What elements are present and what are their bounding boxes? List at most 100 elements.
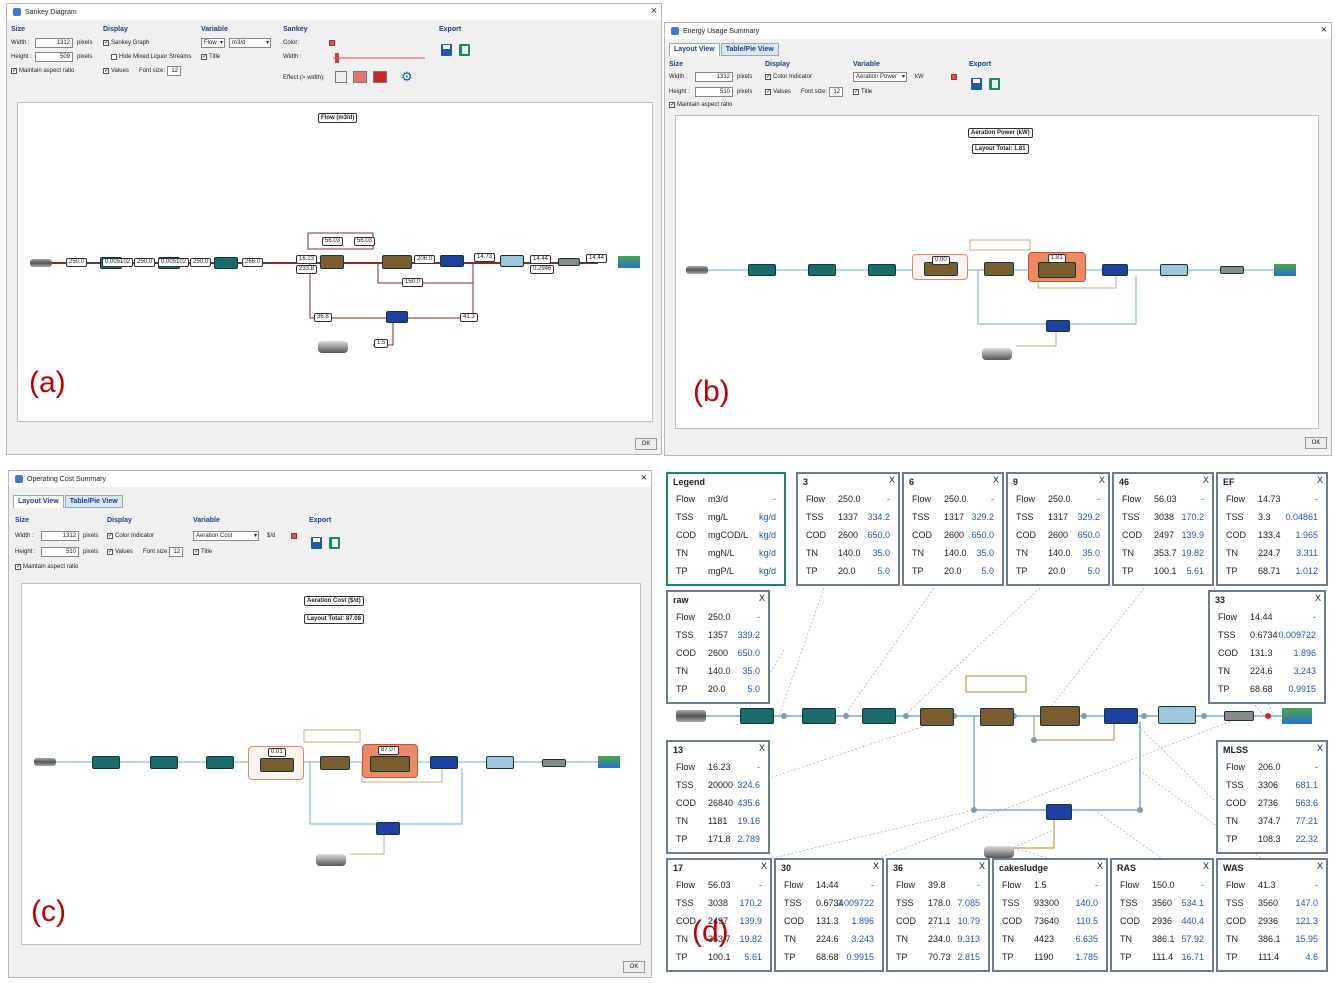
variable-select[interactable]: Aeration Cost [193, 531, 259, 541]
color-swatch[interactable] [951, 74, 957, 80]
save-icon[interactable] [311, 537, 322, 549]
close-icon[interactable]: X [1203, 475, 1209, 485]
close-icon[interactable]: × [651, 5, 657, 17]
values-label: Values [773, 89, 791, 95]
color-swatch[interactable] [329, 40, 335, 46]
close-icon[interactable]: × [1321, 24, 1327, 36]
load-value: kg/d [758, 566, 776, 576]
width-slider[interactable] [333, 57, 425, 59]
stream-card[interactable]: 36 X Flow 39.8 - TSS 178.0 7.085 COD 271.1 10.79 TN… [886, 858, 990, 972]
param-name: TSS [676, 630, 694, 640]
param-name: TSS [1226, 780, 1244, 790]
values-checkbox[interactable]: ✓ [103, 68, 109, 74]
stream-card[interactable]: 46 X Flow 56.03 - TSS 3038 170.2 COD 2497 139.9 TN 3… [1112, 472, 1214, 586]
close-icon[interactable]: X [1099, 475, 1105, 485]
ok-button[interactable]: OK [1305, 437, 1327, 449]
sankey-graph-checkbox[interactable]: ✓ [103, 40, 109, 46]
stream-card[interactable]: 30 X Flow 14.44 - TSS 0.6734 0.009722 COD 131.3 1.… [774, 858, 884, 972]
close-icon[interactable]: × [641, 472, 647, 484]
effect-button-3[interactable] [373, 71, 387, 83]
title-checkbox[interactable]: ✓ [853, 89, 859, 95]
color-indicator-checkbox[interactable]: ✓ [107, 533, 113, 539]
save-icon[interactable] [441, 44, 452, 56]
ok-button[interactable]: OK [635, 438, 657, 450]
font-size-input[interactable]: 12 [829, 87, 843, 97]
stream-card[interactable]: 33 X Flow 14.44 - TSS 0.6734 0.009722 COD 131.3 1.… [1208, 590, 1326, 704]
bioreactor-2 [320, 756, 350, 770]
stream-card[interactable]: 13 X Flow 16.23- TSS 20000 324.6 COD 26840 435.6 T… [666, 740, 770, 854]
param-name: TN [676, 548, 688, 558]
stream-card[interactable]: raw X Flow 250.0 - TSS 1357 339.2 COD 2600 650.0 TN… [666, 590, 770, 704]
close-icon[interactable]: X [873, 861, 879, 871]
aspect-checkbox[interactable]: ✓ [15, 564, 21, 570]
height-input[interactable]: 510 [695, 87, 733, 97]
stream-card[interactable]: RAS X Flow 150.0 - TSS 3560 534.1 COD 2936 440.4 TN… [1110, 858, 1214, 972]
aspect-checkbox[interactable]: ✓ [11, 68, 17, 74]
close-icon[interactable]: X [1317, 861, 1323, 871]
values-checkbox[interactable]: ✓ [107, 549, 113, 555]
effect-button-1[interactable] [335, 71, 347, 83]
close-icon[interactable]: X [1203, 861, 1209, 871]
stream-card[interactable]: 6 X Flow 250.0 - TSS 1317 329.2 COD 2600 650.0 TN 14… [902, 472, 1004, 586]
card-name: 3 [803, 477, 809, 487]
title-checkbox[interactable]: ✓ [201, 54, 207, 60]
close-icon[interactable]: X [889, 475, 895, 485]
legend-card[interactable]: Legend Flow m3/d - TSS mg/L kg/d COD mgCOD/L kg/d… [666, 472, 786, 586]
close-icon[interactable]: X [1315, 593, 1321, 603]
copy-icon[interactable] [989, 78, 1000, 90]
width-input[interactable]: 1312 [35, 38, 73, 48]
stream-card[interactable]: 9 X Flow 250.0 - TSS 1317 329.2 COD 2600 650.0 TN 14… [1006, 472, 1110, 586]
save-icon[interactable] [971, 78, 982, 90]
tab-layout-view[interactable]: Layout View [669, 43, 720, 56]
close-icon[interactable]: X [979, 861, 985, 871]
variable-select[interactable]: Flow [201, 38, 225, 48]
hide-mixed-checkbox[interactable] [111, 54, 117, 60]
stream-card[interactable]: 3 X Flow 250.0 - TSS 1337 334.2 COD 2600 650.0 TN 14… [796, 472, 900, 586]
width-slider-handle[interactable] [335, 53, 339, 63]
tab-table-pie-view[interactable]: Table/Pie View [64, 495, 123, 508]
close-icon[interactable]: X [761, 861, 767, 871]
copy-icon[interactable] [459, 44, 470, 56]
height-input[interactable]: 510 [41, 547, 79, 557]
copy-icon[interactable] [329, 537, 340, 549]
load-value: 15.95 [1295, 934, 1318, 944]
close-icon[interactable]: X [993, 475, 999, 485]
stream-card[interactable]: cakesludge X Flow 1.5 - TSS 93300 140.0 COD 73640… [992, 858, 1108, 972]
title-checkbox[interactable]: ✓ [193, 549, 199, 555]
font-size-input[interactable]: 12 [167, 66, 181, 76]
close-icon[interactable]: X [1317, 475, 1323, 485]
card-row: Flow 150.0 - [1120, 880, 1208, 897]
stream-card[interactable]: MLSS X Flow 206.0- TSS 3306 681.1 COD 2736 563.6 T… [1216, 740, 1328, 854]
aspect-checkbox[interactable]: ✓ [669, 102, 675, 108]
value-label-b: 1.81 [1048, 254, 1066, 263]
width-input[interactable]: 1312 [41, 531, 79, 541]
ok-button[interactable]: OK [623, 961, 645, 973]
stream-card[interactable]: EF X Flow 14.73- TSS 3.3 0.04861 COD 133.4 1.965 T… [1216, 472, 1328, 586]
color-indicator-checkbox[interactable]: ✓ [765, 74, 771, 80]
title-label: Title [209, 54, 221, 60]
font-size-input[interactable]: 12 [169, 547, 183, 557]
sankey-window: Sankey Diagram × Size Width : 1312 pixel… [6, 3, 662, 455]
display-heading: Display [107, 517, 132, 524]
height-input[interactable]: 509 [35, 52, 73, 62]
color-swatch[interactable] [291, 533, 297, 539]
gear-icon[interactable]: ⚙ [401, 69, 413, 85]
stream-card[interactable]: WAS X Flow 41.3 - TSS 3560 147.0 COD 2936 121.3 TN 3… [1216, 858, 1328, 972]
close-icon[interactable]: X [1097, 861, 1103, 871]
energy-canvas: Aeration Power (kW) Layout Total: 1.81 0… [675, 115, 1319, 429]
tab-layout-view[interactable]: Layout View [13, 495, 64, 508]
width-input[interactable]: 1312 [695, 72, 733, 82]
concentration-value: 68.68 [816, 952, 839, 962]
effect-button-2[interactable] [353, 71, 367, 83]
variable-select[interactable]: Aeration Power [853, 72, 907, 82]
tab-table-pie-view[interactable]: Table/Pie View [720, 43, 779, 56]
unit-select[interactable]: m3/d [229, 38, 271, 48]
load-value: 0.04861 [1285, 512, 1318, 522]
values-checkbox[interactable]: ✓ [765, 89, 771, 95]
load-value: - [991, 494, 994, 504]
card-row: TN 1181 19.16 [676, 816, 764, 833]
load-value: 5.61 [744, 952, 762, 962]
close-icon[interactable]: X [759, 743, 765, 753]
close-icon[interactable]: X [759, 593, 765, 603]
close-icon[interactable]: X [1317, 743, 1323, 753]
